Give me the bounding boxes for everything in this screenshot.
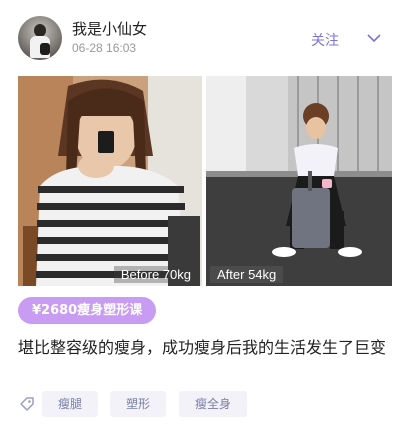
chevron-down-icon[interactable] <box>366 30 382 46</box>
post-datetime: 06-28 16:03 <box>72 41 137 55</box>
follow-button[interactable]: 关注 <box>311 30 339 50</box>
before-photo[interactable]: Before 70kg <box>18 76 202 286</box>
avatar[interactable] <box>18 16 62 60</box>
tag-icon <box>20 397 34 411</box>
after-weight-label: After 54kg <box>210 266 284 283</box>
tag-item[interactable]: 塑形 <box>110 391 167 417</box>
before-weight-label: Before 70kg <box>113 266 198 283</box>
username[interactable]: 我是小仙女 <box>72 18 147 39</box>
topic-tags: 瘦腿 塑形 瘦全身 <box>18 391 392 417</box>
tag-item[interactable]: 瘦腿 <box>42 391 99 417</box>
after-photo[interactable]: After 54kg <box>206 76 392 286</box>
course-price-tag[interactable]: ¥2680瘦身塑形课 <box>18 297 157 324</box>
before-after-photos[interactable]: Before 70kg After 54kg <box>18 76 392 286</box>
tag-item[interactable]: 瘦全身 <box>179 391 248 417</box>
post-title[interactable]: 堪比整容级的瘦身，成功瘦身后我的生活发生了巨变 <box>18 337 392 359</box>
post-header: 我是小仙女 06-28 16:03 关注 <box>0 0 410 76</box>
